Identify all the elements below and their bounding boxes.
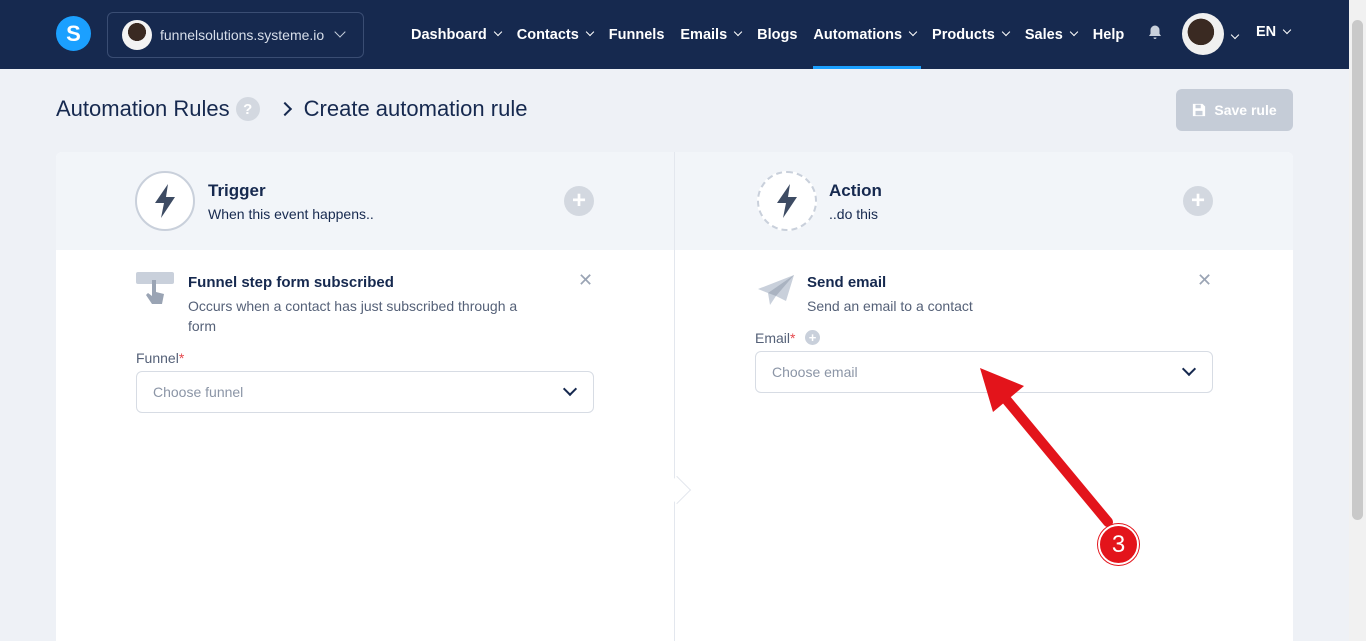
nav-label: Dashboard (411, 26, 487, 43)
lightning-icon (135, 171, 195, 231)
chevron-down-icon (493, 27, 502, 36)
trigger-item-title: Funnel step form subscribed (188, 274, 394, 291)
breadcrumb-automation-rules[interactable]: Automation Rules (56, 96, 230, 122)
site-switcher[interactable]: funnelsolutions.systeme.io (107, 12, 364, 58)
nav-products[interactable]: Products (932, 0, 1011, 69)
chevron-right-icon (277, 101, 292, 117)
help-icon[interactable]: ? (235, 97, 260, 121)
nav-emails[interactable]: Emails (680, 0, 743, 69)
funnel-select[interactable]: Choose funnel (136, 371, 594, 413)
nav-label: Funnels (608, 26, 665, 43)
nav-automations[interactable]: Automations (813, 0, 921, 69)
chevron-down-icon (1001, 27, 1011, 36)
nav-dashboard[interactable]: Dashboard (411, 0, 502, 69)
nav-label: Automations (813, 26, 903, 43)
chevron-down-icon (334, 26, 346, 38)
nav-sales[interactable]: Sales (1024, 0, 1079, 69)
chevron-down-icon[interactable] (1230, 28, 1240, 46)
breadcrumb: Automation Rules ? Create automation rul… (56, 96, 527, 122)
language-selector[interactable]: EN (1256, 24, 1292, 40)
save-rule-button[interactable]: Save rule (1176, 89, 1293, 131)
flow-arrow-notch (662, 475, 692, 505)
hand-pointer-icon (136, 272, 174, 304)
trigger-subtitle: When this event happens.. (208, 206, 374, 222)
scrollbar-thumb[interactable] (1352, 20, 1363, 520)
funnel-field-label: Funnel* (136, 350, 184, 366)
nav-contacts[interactable]: Contacts (516, 0, 595, 69)
bell-icon[interactable] (1146, 24, 1164, 42)
trigger-item-description: Occurs when a contact has just subscribe… (188, 298, 518, 334)
required-asterisk: * (790, 330, 796, 346)
column-divider (674, 152, 675, 641)
chevron-down-icon (1181, 361, 1197, 377)
email-select[interactable]: Choose email (755, 351, 1213, 393)
lightning-cycle-icon (757, 171, 817, 231)
logo-letter: S (66, 20, 81, 46)
site-avatar (122, 20, 152, 50)
email-select-placeholder: Choose email (772, 364, 858, 380)
automation-rule-card: Trigger When this event happens.. + Acti… (56, 152, 1293, 641)
chevron-down-icon (585, 27, 595, 36)
nav-label: Help (1092, 26, 1125, 43)
floppy-disk-icon (1193, 103, 1206, 117)
step-number-badge: 3 (1098, 524, 1139, 565)
action-header: Action ..do this + (675, 152, 1293, 250)
top-navbar: S funnelsolutions.systeme.io Dashboard C… (0, 0, 1366, 69)
nav-label: Blogs (757, 26, 798, 43)
chevron-down-icon (562, 381, 578, 397)
chevron-down-icon (1282, 25, 1292, 35)
chevron-down-icon (908, 27, 918, 36)
systeme-logo[interactable]: S (56, 16, 91, 51)
add-action-button[interactable]: + (1183, 186, 1213, 216)
nav-label: Emails (680, 26, 728, 43)
trigger-title: Trigger (208, 181, 266, 200)
funnel-label-text: Funnel (136, 350, 179, 366)
save-rule-label: Save rule (1214, 102, 1277, 118)
add-email-plus-icon[interactable]: + (805, 330, 820, 345)
action-item-description: Send an email to a contact (807, 298, 973, 314)
language-label: EN (1256, 24, 1277, 40)
action-subtitle: ..do this (829, 206, 879, 222)
remove-action-close-icon[interactable]: ✕ (1197, 271, 1212, 289)
trigger-header: Trigger When this event happens.. + (56, 152, 674, 250)
funnel-select-placeholder: Choose funnel (153, 384, 244, 400)
page-title: Create automation rule (303, 96, 528, 121)
nav-funnels[interactable]: Funnels (609, 0, 665, 69)
nav-label: Contacts (516, 26, 579, 43)
page-scrollbar[interactable] (1349, 0, 1366, 641)
email-label-text: Email (755, 330, 791, 346)
nav-label: Products (932, 26, 995, 43)
main-nav: Dashboard Contacts Funnels Emails Blogs … (411, 0, 1140, 69)
action-item-title: Send email (807, 274, 887, 291)
action-title: Action (829, 181, 882, 200)
add-trigger-button[interactable]: + (564, 186, 594, 216)
site-name: funnelsolutions.systeme.io (160, 27, 325, 43)
nav-help[interactable]: Help (1093, 0, 1124, 69)
user-avatar[interactable] (1182, 13, 1224, 55)
email-field-label: Email* (755, 330, 795, 346)
nav-label: Sales (1024, 26, 1063, 43)
required-asterisk: * (178, 350, 185, 366)
chevron-down-icon (1069, 27, 1079, 36)
remove-trigger-close-icon[interactable]: ✕ (578, 271, 593, 289)
nav-blogs[interactable]: Blogs (757, 0, 797, 69)
chevron-down-icon (733, 27, 743, 36)
paper-plane-icon (758, 275, 794, 305)
